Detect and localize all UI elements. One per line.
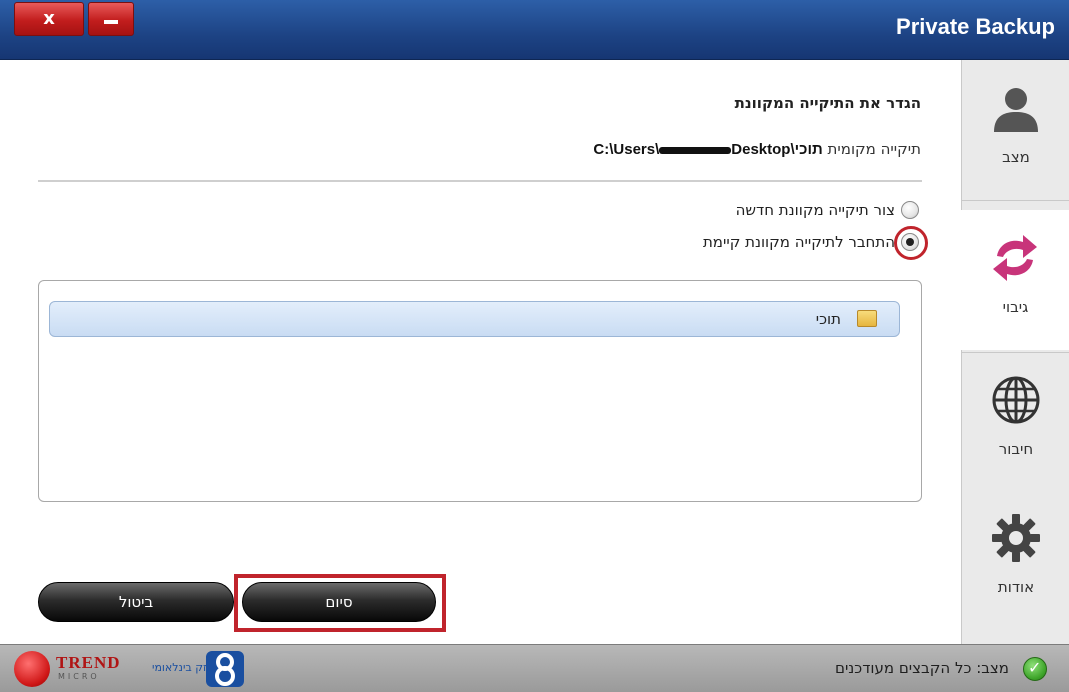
check-circle-icon: ✓ <box>1023 657 1047 681</box>
radio-connect-existing[interactable]: התחבר לתיקייה מקוונת קיימת <box>702 226 928 260</box>
nav-divider <box>962 200 1069 201</box>
gear-icon <box>992 514 1040 562</box>
sidebar-item-label: חיבור <box>998 440 1034 458</box>
radio-create-new-label: צור תיקייה מקוונת חדשה <box>735 201 895 219</box>
status-bar: TREND MICRO בזק בינלאומי מצב: כל הקבצים … <box>0 644 1069 692</box>
user-icon <box>994 88 1038 132</box>
sidebar-item-status[interactable]: מצב <box>962 60 1069 200</box>
radio-button-selected[interactable] <box>894 226 928 260</box>
close-button[interactable]: x <box>14 2 84 36</box>
status-text: מצב: כל הקבצים מעודכנים <box>835 659 1009 677</box>
radio-create-new[interactable]: צור תיקייה מקוונת חדשה <box>736 198 919 222</box>
redacted-username <box>659 146 732 154</box>
sidebar-item-connection[interactable]: חיבור <box>962 352 1069 492</box>
radio-connect-existing-label: התחבר לתיקייה מקוונת קיימת <box>702 233 895 251</box>
list-item[interactable]: תוכי <box>49 301 900 337</box>
bezeq-logo-icon <box>206 651 244 687</box>
sidebar-item-label: גיבוי <box>1002 298 1029 316</box>
close-icon: x <box>43 8 55 29</box>
sidebar-item-label: אודות <box>997 578 1035 596</box>
folder-name: תוכי <box>815 310 841 328</box>
sidebar-item-about[interactable]: אודות <box>962 490 1069 630</box>
trend-micro-logo: TREND MICRO <box>14 651 134 687</box>
bezeq-logo: בזק בינלאומי <box>150 651 250 687</box>
trend-logo-icon <box>14 651 50 687</box>
online-folder-list[interactable]: תוכי <box>38 280 922 502</box>
sidebar-item-label: מצב <box>1002 148 1030 166</box>
globe-icon <box>992 376 1040 424</box>
divider <box>38 180 922 182</box>
main-panel: הגדר את התיקייה המקוונת תיקייה מקומית C:… <box>0 60 961 644</box>
status-value: כל הקבצים מעודכנים <box>834 659 972 677</box>
local-folder-path: C:\Users\ Desktop\תוכי <box>593 141 823 158</box>
sidebar-item-backup[interactable]: גיבוי <box>961 210 1069 350</box>
highlight-ring <box>894 226 928 260</box>
sync-arrows-icon <box>993 235 1037 281</box>
folder-icon <box>857 310 877 327</box>
radio-button[interactable] <box>901 201 919 219</box>
local-folder-line: תיקייה מקומית C:\Users\ Desktop\תוכי <box>593 140 921 158</box>
section-title: הגדר את התיקייה המקוונת <box>734 94 921 112</box>
sidebar: מצב גיבוי חיבור אודות <box>961 60 1069 644</box>
title-bar: x Private Backup <box>0 0 1069 60</box>
minimize-button[interactable] <box>88 2 134 36</box>
status-label: מצב: <box>976 659 1009 677</box>
app-title: Private Backup <box>896 14 1055 39</box>
cancel-button[interactable]: ביטול <box>38 582 234 622</box>
minimize-icon <box>104 20 118 24</box>
finish-button[interactable]: סיום <box>242 582 436 622</box>
local-folder-label: תיקייה מקומית <box>827 140 921 158</box>
